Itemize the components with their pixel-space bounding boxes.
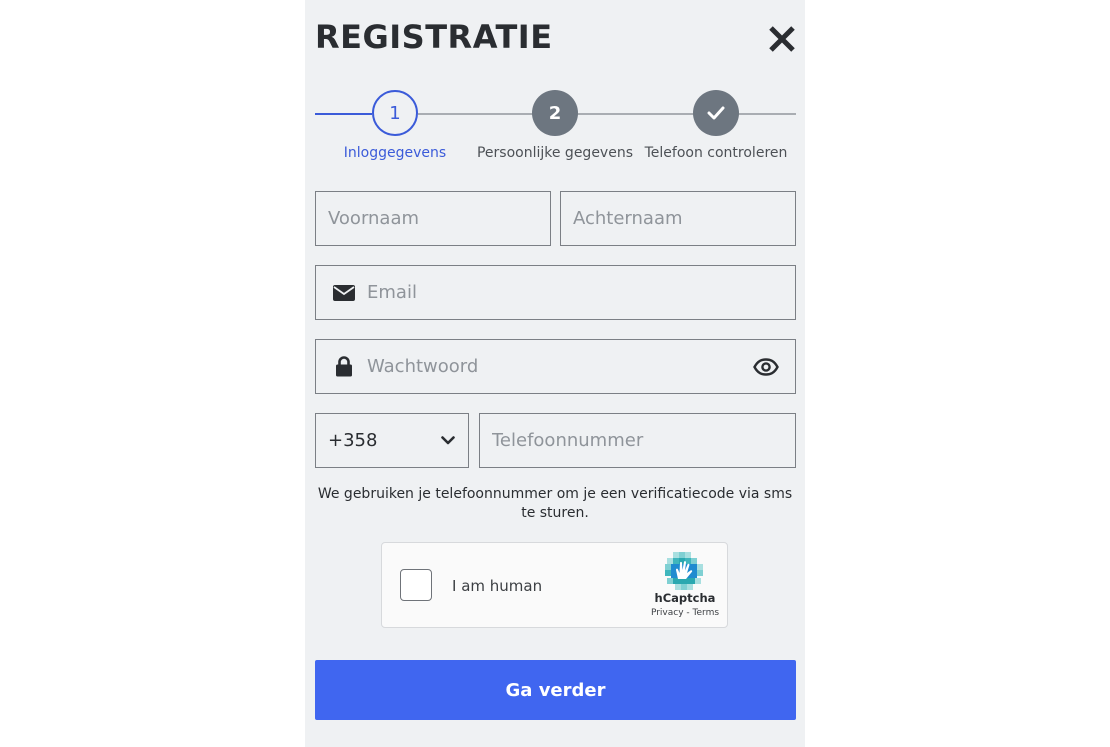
page-title: REGISTRATIE — [315, 18, 553, 56]
password-input[interactable] — [355, 340, 751, 393]
envelope-icon — [333, 284, 355, 301]
captcha-label: I am human — [452, 577, 543, 595]
country-code-select[interactable]: +358 — [315, 413, 469, 468]
captcha-widget: I am human hCaptcha Privacy - Terms — [381, 542, 728, 628]
email-input[interactable] — [355, 266, 795, 319]
check-icon — [707, 106, 725, 120]
captcha-terms-link[interactable]: Terms — [693, 608, 720, 618]
step-2-circle: 2 — [532, 90, 578, 136]
last-name-input[interactable] — [561, 192, 795, 245]
password-field — [315, 339, 796, 394]
step-2-number: 2 — [548, 102, 562, 124]
captcha-checkbox[interactable] — [400, 569, 432, 601]
hcaptcha-logo-icon — [665, 552, 703, 590]
email-field — [315, 265, 796, 320]
chevron-down-icon — [440, 436, 456, 445]
step-2-label: Persoonlijke gegevens — [476, 145, 634, 161]
stepper-line-done — [315, 113, 372, 115]
first-name-input[interactable] — [316, 192, 550, 245]
step-3-label: Telefoon controleren — [644, 145, 788, 161]
continue-button[interactable]: Ga verder — [315, 660, 796, 720]
step-3-circle — [693, 90, 739, 136]
stepper-line-pending — [418, 113, 796, 115]
toggle-password-button[interactable] — [751, 357, 781, 376]
step-1-circle: 1 — [372, 90, 418, 136]
eye-icon — [753, 357, 779, 376]
phone-hint: We gebruiken je telefoonnummer om je een… — [317, 486, 793, 521]
captcha-links: Privacy - Terms — [630, 608, 740, 618]
last-name-field — [560, 191, 796, 246]
step-1-number: 1 — [389, 102, 401, 124]
lock-icon — [333, 356, 355, 377]
close-button[interactable] — [767, 24, 797, 54]
captcha-privacy-link[interactable]: Privacy — [651, 608, 684, 618]
country-code-value: +358 — [328, 430, 378, 451]
phone-field — [479, 413, 796, 468]
captcha-link-separator: - — [683, 608, 693, 618]
close-icon — [769, 26, 795, 52]
phone-input[interactable] — [480, 414, 795, 467]
registration-panel: REGISTRATIE 1 2 Inloggegevens Persoonlij… — [305, 0, 805, 747]
step-1-label: Inloggegevens — [343, 145, 447, 161]
first-name-field — [315, 191, 551, 246]
captcha-brand: hCaptcha — [654, 591, 716, 605]
